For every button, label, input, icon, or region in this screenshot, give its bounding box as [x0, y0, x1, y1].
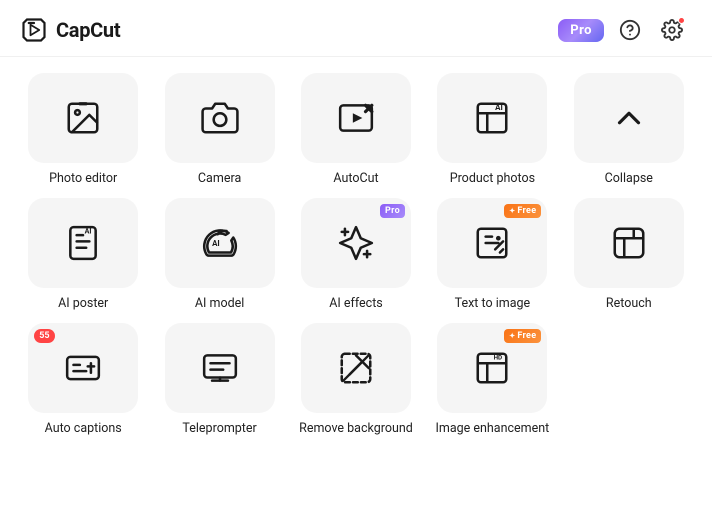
settings-button[interactable] — [656, 14, 688, 46]
ai-effects-icon-box: Pro — [301, 198, 411, 288]
ai-effects-label: AI effects — [329, 296, 383, 313]
retouch-icon — [610, 224, 648, 262]
auto-captions-icon — [64, 349, 102, 387]
ai-model-label: AI model — [195, 296, 244, 313]
app-container: CapCut Pro — [0, 0, 712, 520]
auto-captions-notification: 55 — [34, 329, 54, 343]
remove-background-icon — [337, 349, 375, 387]
text-to-image-icon-box: Free — [437, 198, 547, 288]
autocut-icon — [337, 99, 375, 137]
autocut-label: AutoCut — [333, 171, 378, 188]
product-photos-label: Product photos — [450, 171, 535, 188]
grid-item-collapse[interactable]: Collapse — [566, 73, 692, 188]
grid-item-photo-editor[interactable]: Photo editor — [20, 73, 146, 188]
grid-item-text-to-image[interactable]: Free Text to image — [429, 198, 555, 313]
auto-captions-icon-box: 55 — [28, 323, 138, 413]
pro-badge[interactable]: Pro — [558, 19, 604, 42]
free-badge-text-to-image: Free — [504, 204, 541, 218]
collapse-label: Collapse — [605, 171, 653, 188]
grid-item-image-enhancement[interactable]: Free HD Image enhancement — [429, 323, 555, 438]
logo-area: CapCut — [20, 16, 120, 44]
camera-icon-box — [165, 73, 275, 163]
photo-editor-label: Photo editor — [49, 171, 117, 188]
ai-model-icon-box: AI — [165, 198, 275, 288]
header-right: Pro — [558, 14, 688, 46]
grid-item-ai-poster[interactable]: AI AI poster — [20, 198, 146, 313]
text-to-image-icon — [473, 224, 511, 262]
collapse-icon-box — [574, 73, 684, 163]
notification-dot — [678, 17, 685, 24]
image-enhancement-icon: HD — [473, 349, 511, 387]
grid-item-ai-model[interactable]: AI AI model — [156, 198, 282, 313]
product-photos-icon: AI — [473, 99, 511, 137]
free-badge-image-enhancement: Free — [504, 329, 541, 343]
text-to-image-label: Text to image — [455, 296, 531, 313]
photo-editor-icon-box — [28, 73, 138, 163]
grid-item-autocut[interactable]: AutoCut — [293, 73, 419, 188]
camera-label: Camera — [198, 171, 241, 188]
grid-item-camera[interactable]: Camera — [156, 73, 282, 188]
logo-text: CapCut — [56, 18, 120, 42]
ai-poster-icon-box: AI — [28, 198, 138, 288]
ai-poster-label: AI poster — [58, 296, 108, 313]
retouch-label: Retouch — [606, 296, 652, 313]
teleprompter-icon — [201, 349, 239, 387]
remove-background-label: Remove background — [299, 421, 413, 438]
photo-editor-icon — [64, 99, 102, 137]
svg-text:AI: AI — [496, 103, 504, 112]
grid-container: Photo editor Camera — [0, 57, 712, 520]
pro-badge-ai-effects: Pro — [380, 204, 405, 218]
grid-item-remove-background[interactable]: Remove background — [293, 323, 419, 438]
image-enhancement-icon-box: Free HD — [437, 323, 547, 413]
ai-model-icon: AI — [201, 224, 239, 262]
svg-text:HD: HD — [494, 353, 503, 361]
camera-icon — [201, 99, 239, 137]
autocut-icon-box — [301, 73, 411, 163]
auto-captions-label: Auto captions — [45, 421, 122, 438]
retouch-icon-box — [574, 198, 684, 288]
feature-grid: Photo editor Camera — [20, 73, 692, 438]
ai-effects-icon — [337, 224, 375, 262]
logo-icon — [20, 16, 48, 44]
collapse-icon — [610, 99, 648, 137]
question-icon — [619, 19, 641, 41]
teleprompter-label: Teleprompter — [182, 421, 256, 438]
teleprompter-icon-box — [165, 323, 275, 413]
grid-item-auto-captions[interactable]: 55 Auto captions — [20, 323, 146, 438]
grid-item-ai-effects[interactable]: Pro AI effects — [293, 198, 419, 313]
svg-text:AI: AI — [85, 226, 92, 235]
remove-background-icon-box — [301, 323, 411, 413]
grid-item-teleprompter[interactable]: Teleprompter — [156, 323, 282, 438]
ai-poster-icon: AI — [64, 224, 102, 262]
svg-text:AI: AI — [212, 239, 220, 248]
header: CapCut Pro — [0, 0, 712, 57]
help-button[interactable] — [614, 14, 646, 46]
grid-item-product-photos[interactable]: AI Product photos — [429, 73, 555, 188]
image-enhancement-label: Image enhancement — [435, 421, 549, 438]
product-photos-icon-box: AI — [437, 73, 547, 163]
grid-item-retouch[interactable]: Retouch — [566, 198, 692, 313]
